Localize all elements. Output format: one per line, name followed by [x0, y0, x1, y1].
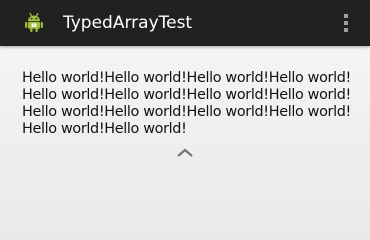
action-bar: TypedArrayTest	[0, 0, 370, 46]
android-robot-icon[interactable]	[23, 11, 45, 33]
overflow-dot	[344, 21, 348, 25]
overflow-dot	[344, 14, 348, 18]
overflow-menu-icon[interactable]	[338, 10, 354, 36]
app-title: TypedArrayTest	[63, 13, 193, 33]
chevron-up-icon[interactable]	[176, 146, 194, 158]
overflow-dot	[344, 28, 348, 32]
hello-world-text: Hello world!Hello world!Hello world!Hell…	[22, 70, 351, 137]
